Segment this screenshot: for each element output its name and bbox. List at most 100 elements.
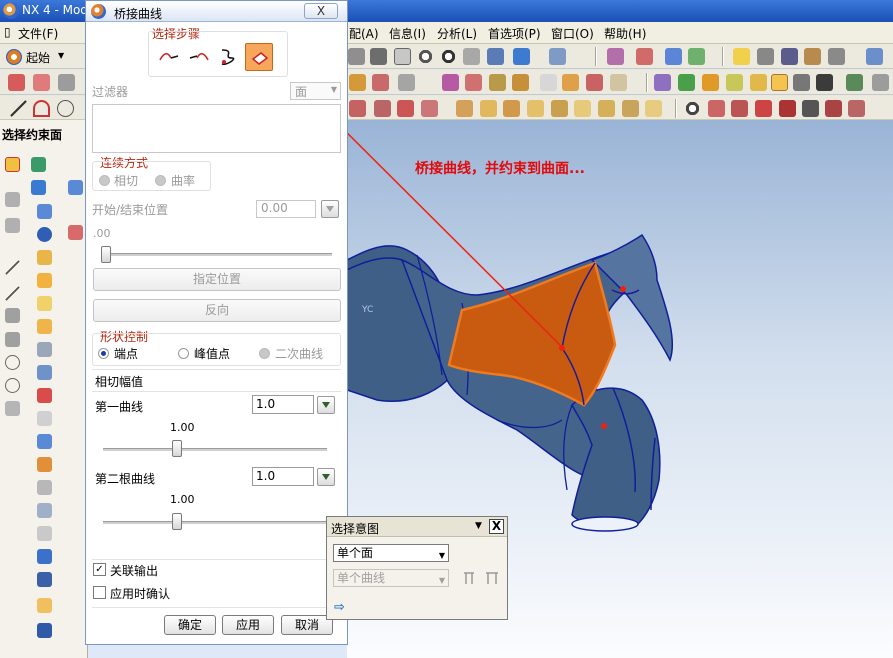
combine-curve-icon[interactable] xyxy=(574,100,591,117)
face-rule-select[interactable]: 单个面 ▼ xyxy=(333,544,449,562)
hole-icon[interactable] xyxy=(37,319,52,334)
menu-preferences[interactable]: 首选项(P) xyxy=(488,25,541,42)
measure-icon[interactable] xyxy=(654,74,671,91)
thread-icon[interactable] xyxy=(37,457,52,472)
menu-file[interactable]: 文件(F) xyxy=(18,25,58,42)
peak-point-radio[interactable] xyxy=(178,348,189,359)
reverse-button[interactable]: 反向 xyxy=(93,299,341,322)
shell-icon[interactable] xyxy=(37,598,52,613)
ellipse-tool-icon[interactable] xyxy=(5,378,20,393)
second-curve-slider-thumb[interactable] xyxy=(171,513,182,530)
material-icon[interactable] xyxy=(804,48,821,65)
render-style-icon[interactable] xyxy=(549,48,566,65)
extension-icon[interactable] xyxy=(398,74,415,91)
misc-icon[interactable] xyxy=(872,74,889,91)
box-view-icon[interactable] xyxy=(348,48,365,65)
dialog-close-button[interactable]: X xyxy=(304,3,338,19)
menu-help[interactable]: 帮助(H) xyxy=(604,25,646,42)
tools-icon[interactable] xyxy=(781,48,798,65)
slot-icon[interactable] xyxy=(37,411,52,426)
first-curve-input[interactable]: 1.0 xyxy=(252,395,314,414)
scale-icon[interactable] xyxy=(562,74,579,91)
extrude-icon[interactable] xyxy=(37,250,52,265)
shaded-cube-icon[interactable] xyxy=(513,48,530,65)
start-end-input[interactable]: 0.00 xyxy=(256,200,316,218)
position-slider-thumb[interactable] xyxy=(101,246,111,263)
spline-icon[interactable] xyxy=(349,100,366,117)
arrow-right-icon[interactable]: ⇨ xyxy=(334,600,345,615)
second-curve-slider[interactable] xyxy=(103,521,327,524)
face-blend-icon[interactable] xyxy=(372,74,389,91)
first-curve-slider[interactable] xyxy=(103,448,327,451)
conic-radio[interactable] xyxy=(259,348,270,359)
unblank-icon[interactable] xyxy=(688,48,705,65)
helix-icon[interactable] xyxy=(598,100,615,117)
pan-icon[interactable] xyxy=(463,48,480,65)
chevron-down-icon[interactable]: ▼ xyxy=(475,521,482,531)
array-icon[interactable] xyxy=(610,74,627,91)
line-tool-2-icon[interactable] xyxy=(5,286,20,301)
zoom-icon[interactable] xyxy=(417,48,434,65)
layer-icon[interactable] xyxy=(607,48,624,65)
patch-icon[interactable] xyxy=(512,74,529,91)
block-icon[interactable] xyxy=(31,180,46,195)
split-icon[interactable] xyxy=(37,503,52,518)
start-button[interactable]: 起始 ▼ xyxy=(4,47,66,67)
ok-button[interactable]: 确定 xyxy=(164,615,216,635)
surface-icon[interactable] xyxy=(31,157,46,172)
arc-icon[interactable] xyxy=(33,100,50,117)
select-icon[interactable] xyxy=(726,74,743,91)
line-icon[interactable] xyxy=(10,100,27,117)
edit-curve-icon[interactable] xyxy=(708,100,725,117)
pocket-icon[interactable] xyxy=(37,365,52,380)
curve-tool-icon[interactable] xyxy=(68,225,83,240)
unite-icon[interactable] xyxy=(37,526,52,541)
point-icon[interactable] xyxy=(8,74,25,91)
edit-params-icon[interactable] xyxy=(848,100,865,117)
start-end-spin-button[interactable] xyxy=(321,200,339,218)
blank-icon[interactable] xyxy=(665,48,682,65)
sew-icon[interactable] xyxy=(489,74,506,91)
draft-icon[interactable] xyxy=(37,623,52,638)
cylinder-icon[interactable] xyxy=(37,204,52,219)
endpoint-radio[interactable] xyxy=(98,348,109,359)
specify-position-button[interactable]: 指定位置 xyxy=(93,268,341,291)
tangent-radio[interactable] xyxy=(99,175,110,186)
trim-curve-icon[interactable] xyxy=(731,100,748,117)
intersect-curve-icon[interactable] xyxy=(480,100,497,117)
bridge-curve-icon[interactable] xyxy=(397,100,414,117)
more-tools-icon[interactable] xyxy=(866,48,883,65)
spline-tool-icon[interactable] xyxy=(5,308,20,323)
polygon-icon[interactable] xyxy=(58,74,75,91)
wrap-curve-icon[interactable] xyxy=(551,100,568,117)
sweep-icon[interactable] xyxy=(37,296,52,311)
filter-select[interactable]: 面 ▼ xyxy=(290,82,341,100)
perspective-icon[interactable] xyxy=(487,48,504,65)
subtract-icon[interactable] xyxy=(37,549,52,564)
revolve-icon[interactable] xyxy=(37,273,52,288)
dialog-title-bar[interactable]: 桥接曲线 X xyxy=(86,1,347,22)
first-curve-spin-button[interactable] xyxy=(317,396,335,414)
stop-at-intersection-icon[interactable] xyxy=(461,570,477,586)
analysis-icon[interactable] xyxy=(678,74,695,91)
edit-object-icon[interactable] xyxy=(636,48,653,65)
point-tool-icon[interactable] xyxy=(5,332,20,347)
line-tool-icon[interactable] xyxy=(5,260,20,275)
rotate-icon[interactable] xyxy=(440,48,457,65)
bulb-icon[interactable] xyxy=(733,48,750,65)
step-first-curve-button[interactable] xyxy=(155,43,183,71)
menu-window[interactable]: 窗口(O) xyxy=(551,25,594,42)
step-constraint-face-button[interactable] xyxy=(245,43,273,71)
hide-icon[interactable] xyxy=(702,74,719,91)
curvature-radio[interactable] xyxy=(155,175,166,186)
wcs-icon[interactable] xyxy=(757,48,774,65)
active-select-icon[interactable] xyxy=(771,74,788,91)
display-icon[interactable] xyxy=(370,48,387,65)
boss-icon[interactable] xyxy=(37,342,52,357)
trim-icon[interactable] xyxy=(465,74,482,91)
divide-curve-icon[interactable] xyxy=(755,100,772,117)
curve-rule-select[interactable]: 单个曲线 ▼ xyxy=(333,569,449,587)
circle-tool-icon[interactable] xyxy=(5,355,20,370)
section-curve-icon[interactable] xyxy=(503,100,520,117)
intent-title-bar[interactable]: 选择意图 ▼ X xyxy=(327,517,507,537)
